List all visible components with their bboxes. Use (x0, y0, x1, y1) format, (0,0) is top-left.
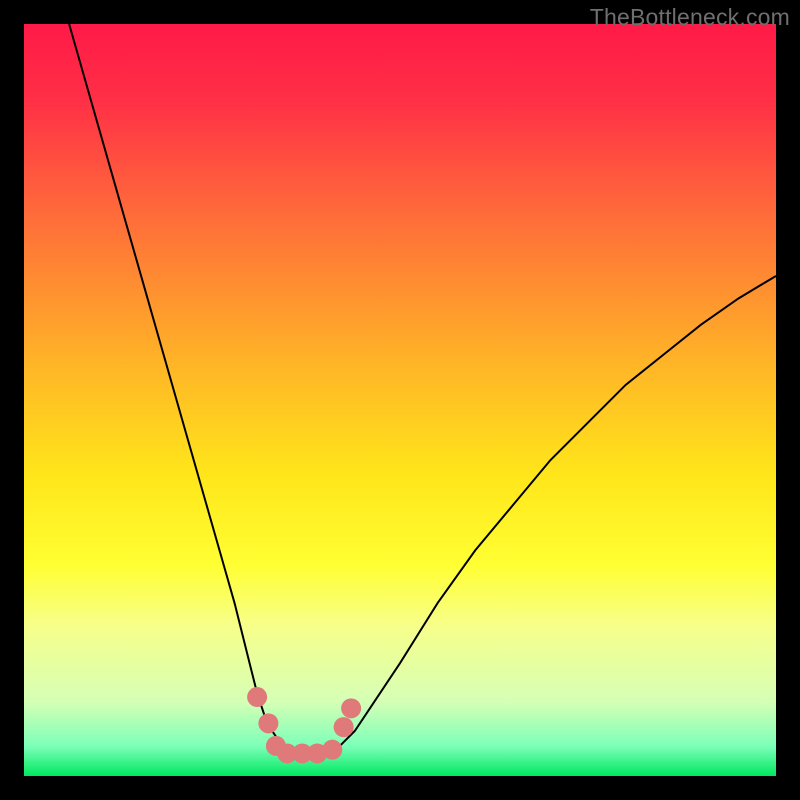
highlight-dot (258, 713, 278, 733)
bottleneck-chart (24, 24, 776, 776)
highlight-dot (334, 717, 354, 737)
highlight-dot (322, 740, 342, 760)
chart-frame (24, 24, 776, 776)
highlight-dot (247, 687, 267, 707)
highlight-dot (341, 698, 361, 718)
watermark-text: TheBottleneck.com (590, 4, 790, 31)
